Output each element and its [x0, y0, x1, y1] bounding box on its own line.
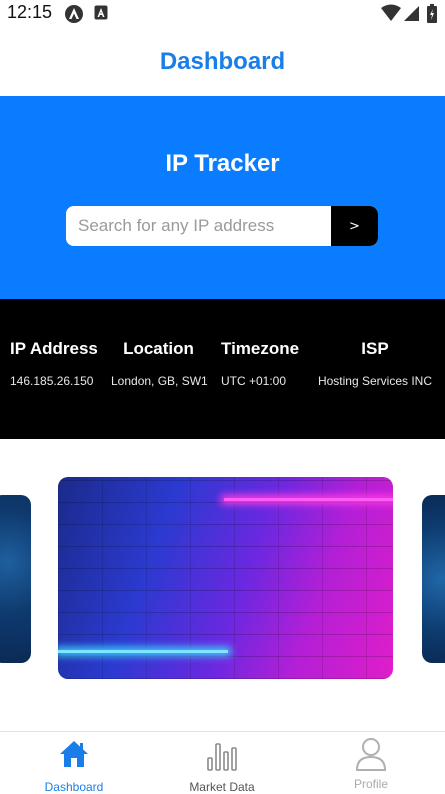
bottom-navigation: Dashboard Market Data Profile — [0, 731, 445, 794]
search-button[interactable]: > — [331, 206, 378, 246]
battery-icon — [427, 4, 437, 28]
info-value: 146.185.26.150 — [10, 374, 94, 388]
info-ip-address: IP Address 146.185.26.150 — [10, 339, 98, 388]
brick-wall-texture — [58, 477, 393, 679]
neon-light-blue — [58, 650, 228, 653]
carousel-card-current[interactable] — [58, 477, 393, 679]
info-isp: ISP Hosting Services INC — [314, 339, 436, 388]
carousel-card-next[interactable] — [422, 495, 445, 663]
info-value: UTC +01:00 — [221, 374, 287, 388]
neon-light-pink — [224, 498, 393, 501]
nav-item-market-data[interactable]: Market Data — [148, 732, 296, 794]
info-label: IP Address — [10, 339, 98, 358]
nav-label: Profile — [353, 777, 388, 791]
ip-tracker-banner: IP Tracker > — [0, 96, 445, 299]
person-icon — [354, 736, 388, 777]
carousel-card-previous[interactable] — [0, 495, 31, 663]
info-value: Hosting Services INC — [317, 374, 433, 388]
search-input[interactable] — [66, 206, 330, 246]
status-time: 12:15 — [7, 2, 53, 22]
home-icon — [58, 738, 90, 775]
info-location: Location London, GB, SW1 — [111, 339, 208, 388]
info-value: London, GB, SW1 — [111, 374, 208, 388]
bar-chart-icon — [206, 738, 238, 777]
nav-item-dashboard[interactable]: Dashboard — [0, 732, 148, 794]
ip-info-panel: IP Address 146.185.26.150 Location Londo… — [0, 299, 445, 439]
a-notification-icon — [94, 4, 108, 27]
banner-title: IP Tracker — [165, 150, 280, 177]
page-title: Dashboard — [159, 48, 286, 75]
nav-label: Dashboard — [44, 780, 104, 794]
nav-label: Market Data — [189, 780, 255, 794]
nav-item-profile[interactable]: Profile — [297, 732, 445, 794]
info-label: ISP — [361, 339, 389, 358]
status-bar: 12:15 — [0, 0, 445, 26]
info-label: Location — [123, 339, 194, 358]
info-label: Timezone — [221, 339, 300, 358]
search-bar: > — [66, 206, 378, 246]
info-timezone: Timezone UTC +01:00 — [221, 339, 299, 388]
wifi-icon — [381, 4, 401, 27]
app-header: Dashboard — [0, 26, 445, 97]
signal-icon — [404, 4, 420, 27]
image-carousel[interactable] — [0, 440, 445, 730]
